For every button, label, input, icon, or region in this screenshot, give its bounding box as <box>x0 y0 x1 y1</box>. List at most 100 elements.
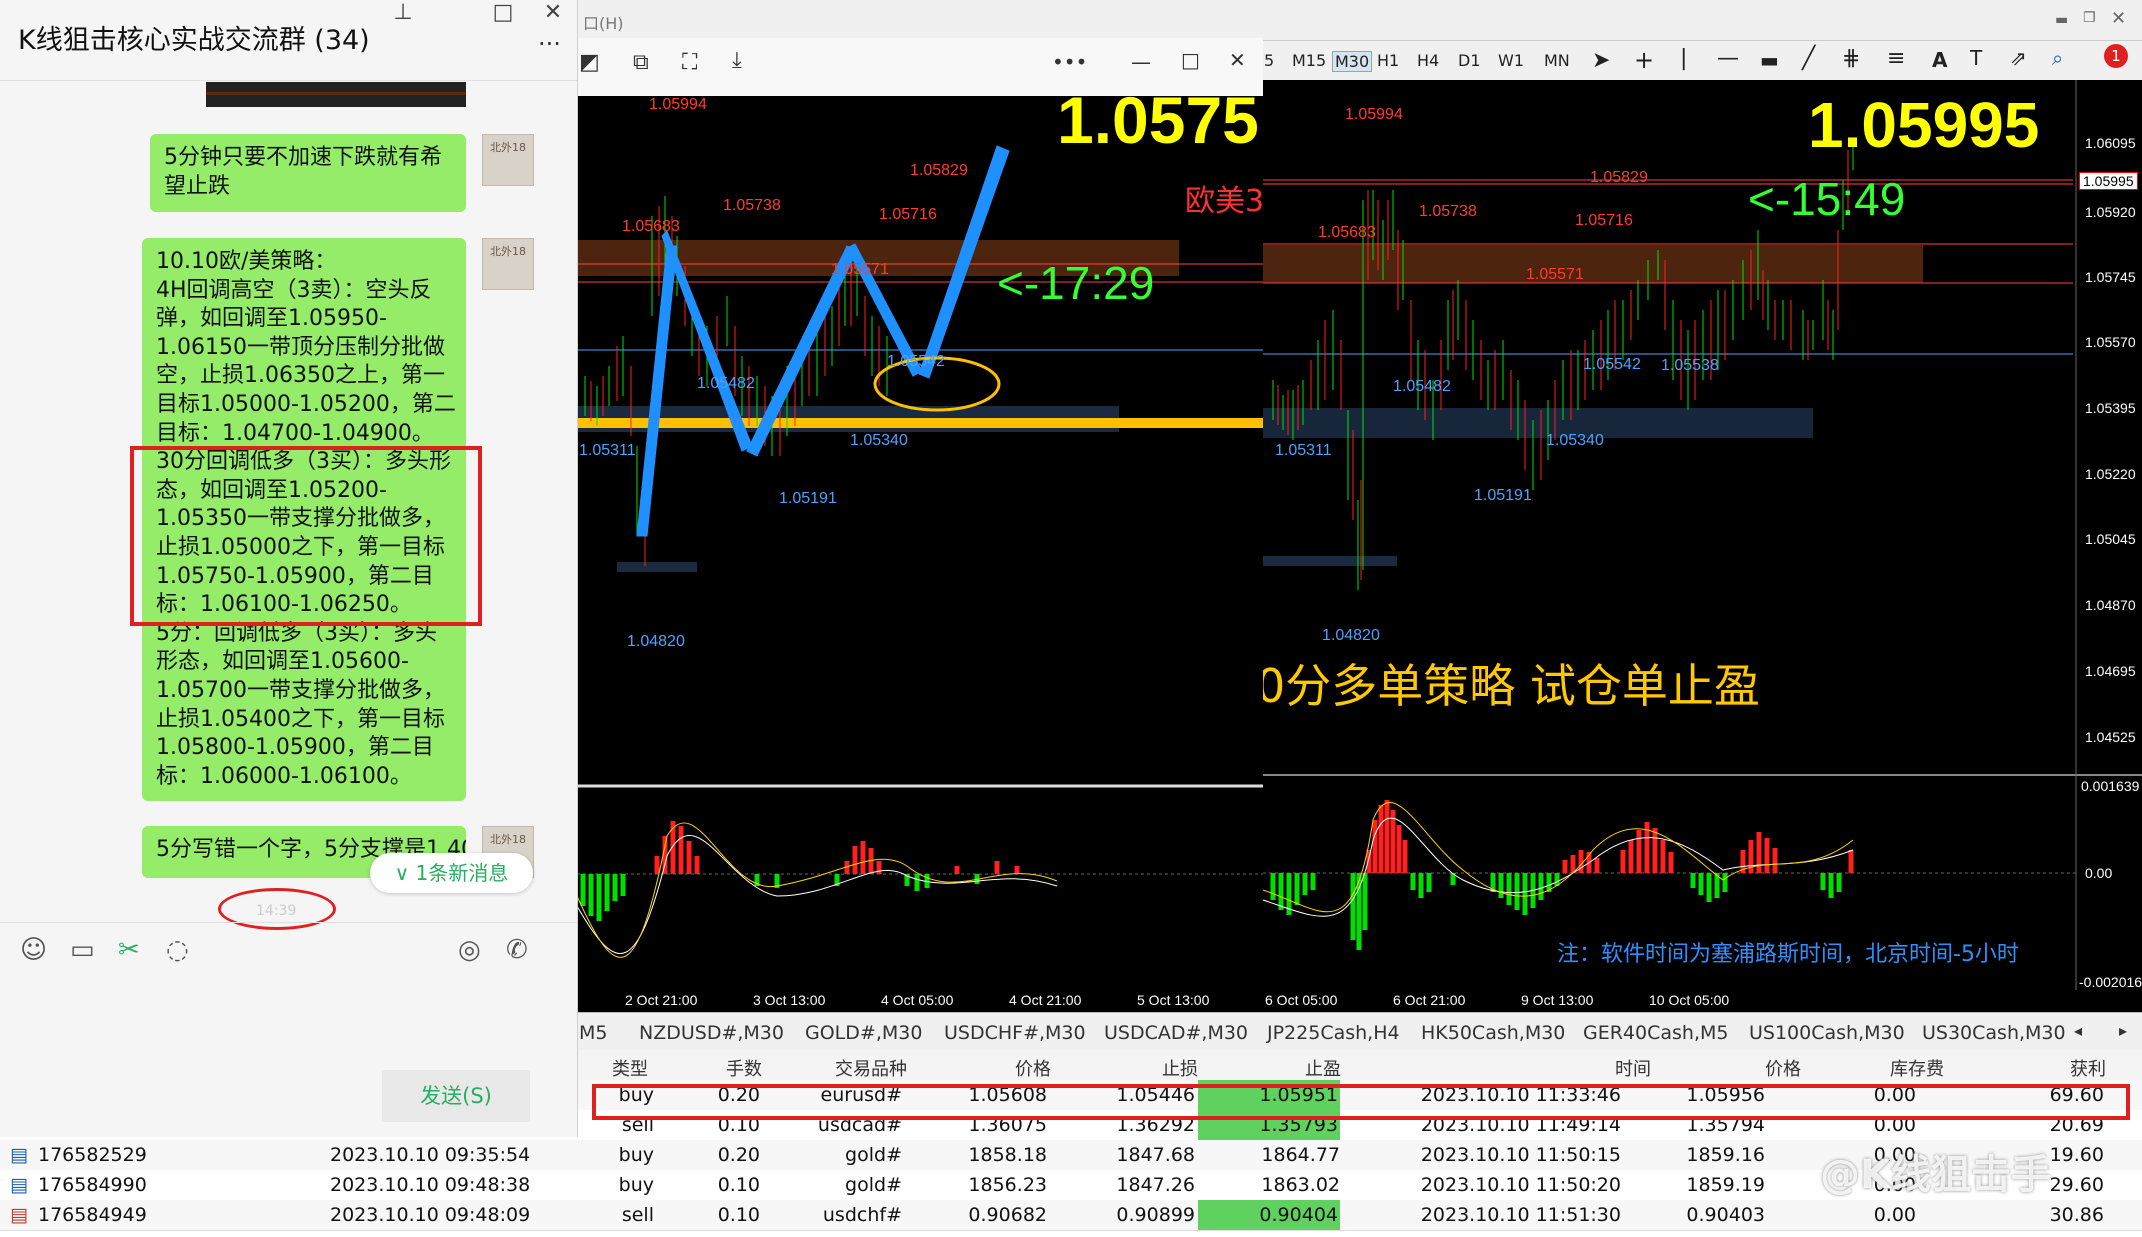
trendline-icon[interactable]: ╱ <box>1802 46 1815 71</box>
channel-icon[interactable]: ≡ <box>1887 46 1905 71</box>
x-tick: 3 Oct 13:00 <box>753 992 826 1008</box>
tf-w1[interactable]: W1 <box>1498 51 1524 70</box>
tab-us30[interactable]: US30Cash,M30 <box>1922 1022 2066 1044</box>
scroll-right-icon[interactable]: ▸ <box>2119 1021 2127 1040</box>
price-label-high: 1.05994 <box>649 96 707 113</box>
download-icon[interactable]: ⤓ <box>732 48 742 73</box>
cell-price: 0.90682 <box>968 1204 1047 1226</box>
tab-m5[interactable]: M5 <box>579 1022 607 1044</box>
support-zone <box>1263 408 1813 438</box>
avatar[interactable]: 北外18 <box>482 134 534 186</box>
maximize-button[interactable]: □ <box>483 0 523 25</box>
notification-badge[interactable]: 1 <box>2104 44 2128 68</box>
input-divider <box>0 922 577 923</box>
col-symbol[interactable]: 交易品种 <box>835 1055 907 1081</box>
col-profit[interactable]: 获利 <box>2070 1055 2106 1081</box>
col-close-price[interactable]: 价格 <box>1765 1055 1801 1081</box>
tab-hk50[interactable]: HK50Cash,M30 <box>1421 1022 1565 1044</box>
col-sl[interactable]: 止损 <box>1162 1055 1198 1081</box>
send-button[interactable]: 发送(S) <box>382 1070 530 1122</box>
avatar[interactable]: 北外18 <box>482 238 534 290</box>
tf-d1[interactable]: D1 <box>1458 51 1481 70</box>
vertical-line-icon[interactable]: | <box>1680 46 1687 71</box>
price-label: 1.05738 <box>1419 203 1477 220</box>
search-icon[interactable]: ⌕ <box>2052 46 2063 70</box>
copy-icon[interactable]: ⧉ <box>633 50 649 75</box>
tab-jp225[interactable]: JP225Cash,H4 <box>1267 1022 1400 1044</box>
text-label-icon[interactable]: T <box>1970 46 1982 70</box>
low-zone <box>1263 556 1397 566</box>
col-tp[interactable]: 止盈 <box>1305 1055 1341 1081</box>
mdi-close-button[interactable]: ✕ <box>2111 8 2126 29</box>
cell-sl: 0.90899 <box>1116 1204 1195 1226</box>
big-price-clip: 1.0575 <box>1057 82 1263 162</box>
tab-ger40[interactable]: GER40Cash,M5 <box>1583 1022 1728 1044</box>
message-bubble[interactable]: 5分钟只要不加速下跌就有希望止跌 <box>150 134 466 212</box>
projection-arrows <box>636 145 1010 537</box>
more-options-icon[interactable]: ··· <box>538 30 561 58</box>
order-icon: ▤ <box>10 1174 28 1196</box>
main-chart[interactable]: 1.05994 1.05829 1.05738 1.05683 1.05716 … <box>1003 80 2142 1012</box>
col-close-time[interactable]: 时间 <box>1615 1055 1651 1081</box>
tf-m15[interactable]: M15 <box>1292 51 1326 70</box>
message-input[interactable] <box>10 985 565 1055</box>
live-icon[interactable]: ◎ <box>458 935 481 965</box>
cursor-icon[interactable]: ➤ <box>1592 48 1610 73</box>
more-icon[interactable]: ••• <box>1052 50 1087 74</box>
macd-hist-green <box>580 874 980 921</box>
tab-usdcad[interactable]: USDCAD#,M30 <box>1104 1022 1248 1044</box>
tab-us100[interactable]: US100Cash,M30 <box>1749 1022 1905 1044</box>
price-label: 1.05683 <box>1318 224 1376 241</box>
scissors-icon[interactable]: ✂ <box>118 935 140 965</box>
tf-h1[interactable]: H1 <box>1377 51 1399 70</box>
tab-usdchf[interactable]: USDCHF#,M30 <box>944 1022 1086 1044</box>
cell-close-time: 2023.10.10 11:51:30 <box>1420 1204 1621 1226</box>
price-label: 1.05829 <box>1590 169 1648 186</box>
chat-bubble-icon[interactable]: ◌ <box>166 935 189 965</box>
minimize-button[interactable]: — <box>1131 50 1151 74</box>
text-icon[interactable]: A <box>1932 48 1947 72</box>
col-size[interactable]: 手数 <box>726 1055 762 1081</box>
mdi-minimize-button[interactable]: ▬ <box>2055 12 2068 28</box>
folder-icon[interactable]: ▭ <box>70 935 95 965</box>
col-type[interactable]: 类型 <box>612 1055 648 1081</box>
col-price[interactable]: 价格 <box>1015 1055 1051 1081</box>
y-tick: 1.05220 <box>2085 466 2136 482</box>
col-swap[interactable]: 库存费 <box>1890 1055 1944 1081</box>
edit-icon[interactable]: ◩ <box>579 50 600 75</box>
fibonacci-icon[interactable]: ⋕ <box>1842 46 1860 71</box>
chart-image-thumb[interactable] <box>206 82 466 107</box>
tf-h4[interactable]: H4 <box>1417 51 1439 70</box>
new-message-pill[interactable]: ∨ 1条新消息 <box>370 853 533 893</box>
macd-signal-line <box>577 835 1058 954</box>
rectangle-icon[interactable]: ▬ <box>1760 48 1779 72</box>
cell-sl: 1847.26 <box>1116 1174 1195 1196</box>
scroll-left-icon[interactable]: ◂ <box>2074 1021 2082 1040</box>
arrows-icon[interactable]: ⇗ <box>2010 46 2027 70</box>
tf-m5[interactable]: 5 <box>1264 51 1274 70</box>
mdi-restore-button[interactable]: ❐ <box>2083 10 2096 26</box>
tf-mn[interactable]: MN <box>1544 51 1570 70</box>
price-label: 1.05683 <box>622 218 680 235</box>
emoji-icon[interactable]: ☺ <box>20 935 47 965</box>
arrow-path <box>636 245 678 537</box>
table-row[interactable]: ▤ 176584949 2023.10.10 09:48:09 sell 0.10 usd… <box>0 1200 2142 1231</box>
crop-icon[interactable]: ⛶ <box>682 50 697 75</box>
crosshair-icon[interactable]: + <box>1634 46 1654 74</box>
close-button[interactable]: ✕ <box>1229 48 1246 72</box>
phone-icon[interactable]: ✆ <box>506 935 528 965</box>
macd-tick: -0.002016 <box>2079 974 2142 990</box>
cell-symbol: gold# <box>845 1174 902 1196</box>
time-note: 注：软件时间为塞浦路斯时间，北京时间-5小时 <box>1557 942 2019 967</box>
horizontal-line-icon[interactable]: — <box>1717 46 1739 71</box>
tab-gold[interactable]: GOLD#,M30 <box>805 1022 922 1044</box>
pin-button[interactable]: ⊥ <box>383 0 423 25</box>
floating-chart[interactable]: 1.05994 1.05829 1.05738 1.05683 1.05716 … <box>577 83 1263 1012</box>
tab-nzdusd[interactable]: NZDUSD#,M30 <box>639 1022 784 1044</box>
tf-m30[interactable]: M30 <box>1332 51 1373 72</box>
maximize-button[interactable]: □ <box>1181 48 1200 72</box>
cell-type: sell <box>621 1204 654 1226</box>
close-button[interactable]: ✕ <box>533 0 573 25</box>
x-tick: 5 Oct 13:00 <box>1137 992 1210 1008</box>
help-menu[interactable]: 口(H) <box>583 10 624 34</box>
